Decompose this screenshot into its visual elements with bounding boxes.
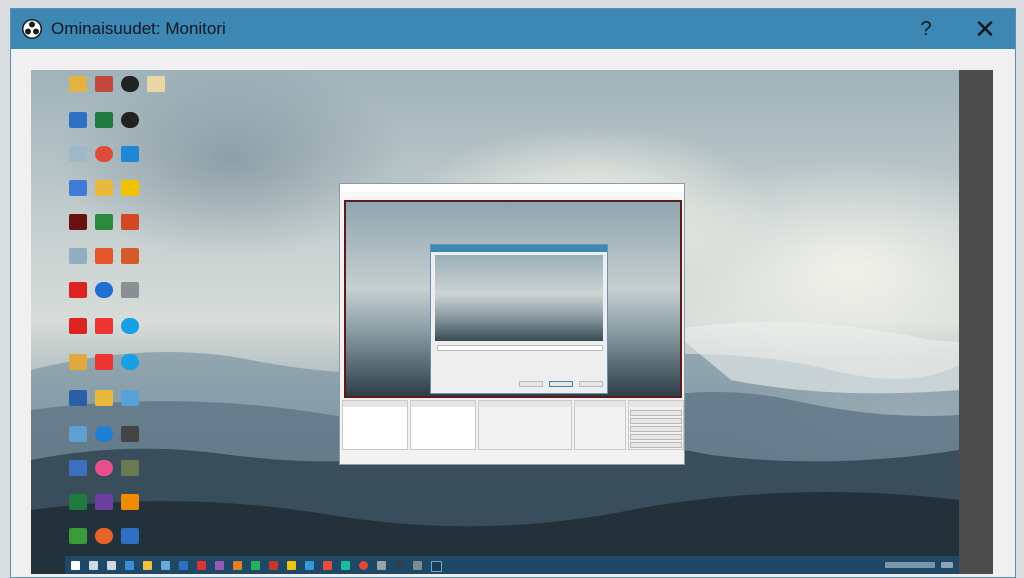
app-icon[interactable] bbox=[69, 390, 87, 406]
nested-status-bar bbox=[340, 452, 684, 464]
nested-cancel-button bbox=[579, 381, 603, 387]
clock-icon[interactable] bbox=[121, 112, 139, 128]
ie-icon[interactable] bbox=[95, 426, 113, 442]
nested-obs-window bbox=[339, 183, 685, 465]
help-icon[interactable] bbox=[95, 282, 113, 298]
app-icon[interactable] bbox=[121, 180, 139, 196]
edge-icon bbox=[125, 561, 134, 570]
nested-control-button bbox=[630, 410, 682, 416]
app-icon bbox=[413, 561, 422, 570]
nested-sources-dock bbox=[410, 400, 476, 450]
chrome-icon[interactable] bbox=[95, 146, 113, 162]
app-icon[interactable] bbox=[69, 354, 87, 370]
window-title: Ominaisuudet: Monitori bbox=[51, 19, 226, 38]
app-icon bbox=[323, 561, 332, 570]
nested-dialog-preview bbox=[435, 255, 603, 341]
acrobat-icon[interactable] bbox=[69, 318, 87, 334]
capture-preview bbox=[31, 70, 993, 574]
store-icon bbox=[161, 561, 170, 570]
nested-preview bbox=[344, 200, 682, 398]
app-icon[interactable] bbox=[121, 460, 139, 476]
excel-icon[interactable] bbox=[69, 494, 87, 510]
nested-menu-bar bbox=[340, 192, 684, 199]
help-button[interactable]: ? bbox=[909, 13, 943, 45]
itunes-icon[interactable] bbox=[95, 460, 113, 476]
tree-icon[interactable] bbox=[95, 214, 113, 230]
app-icon bbox=[197, 561, 206, 570]
word-icon[interactable] bbox=[121, 528, 139, 544]
chrome-icon bbox=[359, 561, 368, 570]
outlook-icon[interactable] bbox=[121, 146, 139, 162]
nested-mixer-dock bbox=[478, 400, 572, 450]
skype-icon[interactable] bbox=[121, 318, 139, 334]
folder-icon[interactable] bbox=[95, 390, 113, 406]
acrobat-icon[interactable] bbox=[69, 214, 87, 230]
folder-icon[interactable] bbox=[95, 180, 113, 196]
app-icon[interactable] bbox=[121, 248, 139, 264]
skype-icon[interactable] bbox=[121, 354, 139, 370]
app-icon bbox=[233, 561, 242, 570]
excel-icon[interactable] bbox=[95, 112, 113, 128]
library-icon[interactable] bbox=[147, 76, 165, 92]
app-icon bbox=[251, 561, 260, 570]
windows-start-icon bbox=[71, 561, 80, 570]
nested-scenes-dock bbox=[342, 400, 408, 450]
firefox-icon[interactable] bbox=[95, 528, 113, 544]
app-icon bbox=[305, 561, 314, 570]
app-icon bbox=[341, 561, 350, 570]
app-icon[interactable] bbox=[69, 282, 87, 298]
app-icon[interactable] bbox=[121, 426, 139, 442]
desktop-taskbar bbox=[65, 556, 959, 574]
word-icon[interactable] bbox=[69, 112, 87, 128]
app-icon[interactable] bbox=[95, 76, 113, 92]
obs-logo-icon bbox=[22, 19, 42, 39]
explorer-icon bbox=[143, 561, 152, 570]
system-tray bbox=[885, 562, 935, 568]
nested-control-button bbox=[630, 426, 682, 432]
teams-icon[interactable] bbox=[95, 494, 113, 510]
clock-icon[interactable] bbox=[121, 76, 139, 92]
recycle-bin-icon[interactable] bbox=[69, 426, 87, 442]
office-icon[interactable] bbox=[95, 248, 113, 264]
task-view-icon bbox=[107, 561, 116, 570]
network-icon[interactable] bbox=[69, 180, 87, 196]
powerpoint-icon[interactable] bbox=[121, 214, 139, 230]
app-icon bbox=[377, 561, 386, 570]
vlc-icon[interactable] bbox=[121, 494, 139, 510]
obs-icon bbox=[395, 561, 404, 570]
nested-properties-dialog bbox=[430, 244, 608, 394]
nested-control-button bbox=[630, 418, 682, 424]
properties-window: Ominaisuudet: Monitori ? ✕ bbox=[10, 8, 1016, 578]
pdf-icon[interactable] bbox=[95, 318, 113, 334]
search-icon bbox=[89, 561, 98, 570]
nested-control-button bbox=[630, 434, 682, 440]
nested-control-button bbox=[630, 442, 682, 448]
app-icon bbox=[215, 561, 224, 570]
mail-icon bbox=[179, 561, 188, 570]
close-button[interactable]: ✕ bbox=[961, 13, 1009, 45]
nested-dropdown bbox=[437, 345, 603, 351]
nested-ok-button bbox=[549, 381, 573, 387]
tools-icon[interactable] bbox=[121, 282, 139, 298]
computer-icon[interactable] bbox=[69, 460, 87, 476]
obs-active-icon bbox=[431, 561, 442, 572]
folder-icon[interactable] bbox=[69, 76, 87, 92]
nested-dialog-title-bar bbox=[431, 245, 607, 252]
computer-icon[interactable] bbox=[69, 248, 87, 264]
nested-button bbox=[519, 381, 543, 387]
app-icon bbox=[287, 561, 296, 570]
app-icon bbox=[269, 561, 278, 570]
title-bar[interactable]: Ominaisuudet: Monitori ? ✕ bbox=[11, 9, 1015, 49]
desktop-wallpaper bbox=[31, 70, 959, 574]
clock-display bbox=[941, 562, 953, 568]
app-icon[interactable] bbox=[121, 390, 139, 406]
nested-transitions-dock bbox=[574, 400, 626, 450]
settings-icon[interactable] bbox=[69, 146, 87, 162]
pdf-icon[interactable] bbox=[95, 354, 113, 370]
app-icon[interactable] bbox=[69, 528, 87, 544]
